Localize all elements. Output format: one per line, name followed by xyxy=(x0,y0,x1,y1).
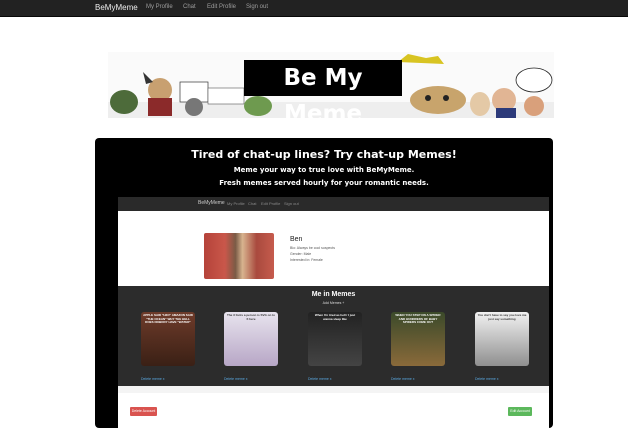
nav-my-profile[interactable]: My Profile xyxy=(146,4,173,10)
top-navbar: BeMyMeme My Profile Chat Edit Profile Si… xyxy=(0,0,628,17)
meme-caption: The 3 fonts a person is SVG on to fi her… xyxy=(226,313,275,321)
profile-photo xyxy=(204,233,274,279)
delete-meme-link: Delete meme x xyxy=(475,377,499,381)
preview-nav-sign-out: Sign out xyxy=(284,201,299,206)
delete-meme-link: Delete meme x xyxy=(141,377,165,381)
preview-nav-edit-profile: Edit Profile xyxy=(261,201,281,206)
add-memes-link: Add Memes + xyxy=(322,301,345,305)
meme-thumbnail: The 3 fonts a person is SVG on to fi her… xyxy=(224,312,278,366)
memes-title: Me in Memes xyxy=(311,291,356,298)
edit-account-button: Edit Account xyxy=(508,407,532,416)
hero-line-1: Meme your way to true love with BeMyMeme… xyxy=(233,166,415,174)
hero-panel: Tired of chat-up lines? Try chat-up Meme… xyxy=(95,138,553,428)
meme-thumbnail: WHEN YOU STEP ON A SPIDER AND HUNDREDS O… xyxy=(391,312,445,366)
meme-thumbnail: APPLE SAID "H2O" AMAZON SAID "THE OCEAN"… xyxy=(141,312,195,366)
meme-thumbnail: When I'm tired as hell / I just wanna sl… xyxy=(308,312,362,366)
hero-line-2: Fresh memes served hourly for your roman… xyxy=(219,179,429,187)
profile-name: Ben xyxy=(290,236,303,243)
meme-thumbnail: You don't have to say you love me just s… xyxy=(475,312,529,366)
profile-bio: Bio: Always be cool suspects xyxy=(290,246,335,250)
meme-caption: You don't have to say you love me just s… xyxy=(477,313,527,321)
delete-meme-link: Delete meme x xyxy=(308,377,332,381)
meme-caption: When I'm tired as hell / I just wanna sl… xyxy=(314,313,356,321)
profile-gender: Gender: Male xyxy=(290,252,312,256)
preview-nav-my-profile: My Profile xyxy=(227,201,245,206)
preview-nav-chat: Chat xyxy=(248,201,257,206)
brand-link[interactable]: BeMyMeme xyxy=(95,3,138,12)
delete-account-button: Delete Account xyxy=(130,407,157,416)
nav-sign-out[interactable]: Sign out xyxy=(246,4,268,10)
nav-chat[interactable]: Chat xyxy=(183,4,196,10)
banner-title: Be My Meme xyxy=(244,60,402,127)
preview-memes-section: Me in Memes Add Memes + APPLE SAID "H2O"… xyxy=(118,286,549,386)
profile-interest: Interested in: Female xyxy=(290,258,323,262)
nav-edit-profile[interactable]: Edit Profile xyxy=(207,4,236,10)
preview-account-actions: Delete Account Edit Account xyxy=(118,393,549,428)
app-preview-screenshot: BeMyMeme My Profile Chat Edit Profile Si… xyxy=(118,197,549,428)
meme-caption: WHEN YOU STEP ON A SPIDER AND HUNDREDS O… xyxy=(395,313,441,325)
meme-caption: APPLE SAID "H2O" AMAZON SAID "THE OCEAN"… xyxy=(143,313,193,325)
preview-brand: BeMyMeme xyxy=(198,200,225,206)
hero-tagline: Tired of chat-up lines? Try chat-up Meme… xyxy=(191,148,457,161)
delete-meme-link: Delete meme x xyxy=(224,377,248,381)
delete-meme-link: Delete meme x xyxy=(391,377,415,381)
preview-navbar: BeMyMeme My Profile Chat Edit Profile Si… xyxy=(118,197,549,211)
preview-profile-section: Ben Bio: Always be cool suspects Gender:… xyxy=(118,211,549,286)
